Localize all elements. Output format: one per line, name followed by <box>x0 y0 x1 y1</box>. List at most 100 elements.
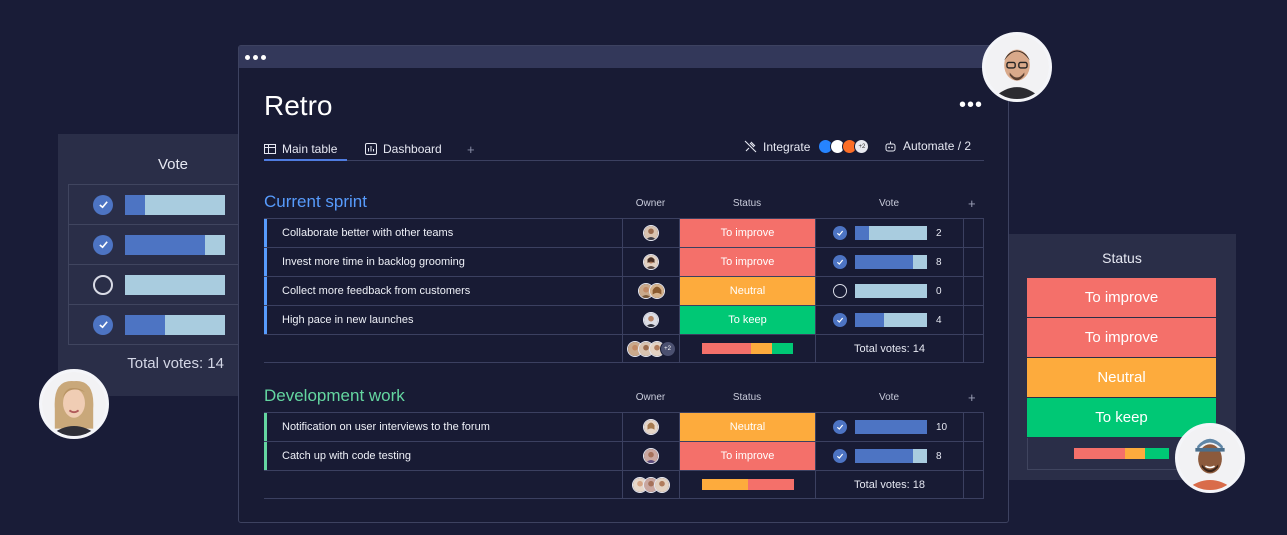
more-options-icon[interactable]: ••• <box>959 94 983 117</box>
vote-count: 0 <box>936 285 942 297</box>
automate-label: Automate / 2 <box>903 139 972 153</box>
status-cell[interactable]: To improve <box>679 219 815 247</box>
board-title: Retro <box>264 90 333 121</box>
table-row[interactable]: Notification on user interviews to the f… <box>264 412 984 441</box>
checkmark-icon[interactable] <box>833 255 847 269</box>
status-cell[interactable]: Neutral <box>679 277 815 305</box>
status-card-item[interactable]: To improve <box>1027 278 1216 318</box>
integrate-button[interactable]: Integrate +2 <box>744 139 870 154</box>
avatar-group: +2 <box>626 340 676 357</box>
empty-circle-icon[interactable] <box>833 284 847 298</box>
owner-cell[interactable] <box>622 219 679 247</box>
group-title-current-sprint[interactable]: Current sprint <box>264 192 367 212</box>
checkmark-icon[interactable] <box>833 226 847 240</box>
table-row[interactable]: Invest more time in backlog grooming To … <box>264 247 984 276</box>
vote-bar <box>855 449 927 463</box>
status-card-item[interactable]: To improve <box>1027 318 1216 358</box>
window-dot-icon <box>261 54 266 60</box>
group-title-development-work[interactable]: Development work <box>264 386 405 406</box>
owner-cell[interactable] <box>622 277 679 305</box>
vote-bar <box>855 420 927 434</box>
checkmark-icon[interactable] <box>833 313 847 327</box>
vote-bar <box>855 313 927 327</box>
item-name[interactable]: Notification on user interviews to the f… <box>264 413 622 441</box>
status-card-item[interactable]: Neutral <box>1027 358 1216 398</box>
tab-dashboard-label: Dashboard <box>383 142 442 156</box>
table-row[interactable]: High pace in new launches To keep 4 <box>264 305 984 334</box>
status-summary <box>679 335 815 362</box>
table-row[interactable]: Collect more feedback from customers Neu… <box>264 276 984 305</box>
group-table-current-sprint: Collaborate better with other teams To i… <box>264 218 984 363</box>
avatar-woman-blonde <box>39 369 109 439</box>
avatar-man-glasses <box>982 32 1052 102</box>
group-table-development-work: Notification on user interviews to the f… <box>264 412 984 499</box>
add-column-button[interactable]: + <box>968 390 976 405</box>
avatar <box>643 225 659 241</box>
item-name[interactable]: Catch up with code testing <box>264 442 622 470</box>
tab-dashboard[interactable]: Dashboard <box>365 139 442 159</box>
vote-cell[interactable]: 8 <box>815 442 963 470</box>
item-name[interactable]: Collaborate better with other teams <box>264 219 622 247</box>
add-view-button[interactable]: + <box>467 142 475 157</box>
tab-main-table[interactable]: Main table <box>264 139 348 161</box>
item-name[interactable]: Collect more feedback from customers <box>264 277 622 305</box>
checkmark-icon[interactable] <box>833 420 847 434</box>
column-header-status[interactable]: Status <box>679 198 815 209</box>
item-name[interactable]: High pace in new launches <box>264 306 622 334</box>
checkmark-icon[interactable] <box>93 194 113 215</box>
column-header-vote[interactable]: Vote <box>815 198 963 209</box>
checkmark-icon[interactable] <box>93 234 113 255</box>
checkmark-icon[interactable] <box>833 449 847 463</box>
table-icon <box>264 144 276 154</box>
vote-cell[interactable]: 2 <box>815 219 963 247</box>
status-cell[interactable]: To improve <box>679 442 815 470</box>
plug-icon <box>744 140 757 153</box>
automate-button[interactable]: Automate / 2 <box>884 139 971 153</box>
integration-logos: +2 <box>818 139 870 154</box>
avatar <box>654 476 670 493</box>
column-header-owner[interactable]: Owner <box>622 392 679 403</box>
status-cell[interactable]: To improve <box>679 248 815 276</box>
column-header-vote[interactable]: Vote <box>815 392 963 403</box>
owner-cell[interactable] <box>622 413 679 441</box>
avatar <box>643 419 659 435</box>
owner-cell[interactable] <box>622 442 679 470</box>
avatar-group <box>637 283 665 299</box>
vote-cell[interactable]: 0 <box>815 277 963 305</box>
vote-bar <box>125 234 225 255</box>
more-owners-badge[interactable]: +2 <box>659 340 676 357</box>
add-column-button[interactable]: + <box>968 196 976 211</box>
vote-count: 8 <box>936 450 942 462</box>
owner-cell[interactable] <box>622 306 679 334</box>
window-dot-icon <box>245 54 250 60</box>
vote-bar <box>855 255 927 269</box>
avatar <box>648 283 665 299</box>
vote-cell[interactable]: 4 <box>815 306 963 334</box>
tab-main-table-label: Main table <box>282 142 338 156</box>
group-summary-row: +2 Total votes: 14 <box>264 334 984 363</box>
integrate-label: Integrate <box>763 139 811 154</box>
vote-count: 4 <box>936 314 942 326</box>
vote-summary-card: Vote Total votes: 14 <box>58 134 308 396</box>
owner-cell[interactable] <box>622 248 679 276</box>
owner-summary: +2 <box>622 335 679 362</box>
column-header-status[interactable]: Status <box>679 392 815 403</box>
checkmark-icon[interactable] <box>93 314 113 335</box>
avatar <box>643 254 659 270</box>
table-row[interactable]: Catch up with code testing To improve 8 <box>264 441 984 470</box>
status-cell[interactable]: To keep <box>679 306 815 334</box>
status-cell[interactable]: Neutral <box>679 413 815 441</box>
group-summary-row: Total votes: 18 <box>264 470 984 499</box>
avatar-group <box>632 476 670 493</box>
owner-summary <box>622 471 679 498</box>
vote-bar <box>855 226 927 240</box>
table-row[interactable]: Collaborate better with other teams To i… <box>264 218 984 247</box>
vote-cell[interactable]: 10 <box>815 413 963 441</box>
item-name[interactable]: Invest more time in backlog grooming <box>264 248 622 276</box>
empty-circle-icon[interactable] <box>93 274 113 295</box>
column-header-owner[interactable]: Owner <box>622 198 679 209</box>
vote-total: Total votes: 14 <box>815 335 963 362</box>
vote-cell[interactable]: 8 <box>815 248 963 276</box>
view-tabs: Main table Dashboard + Integrate +2 Auto… <box>264 139 984 161</box>
status-card-title: Status <box>1102 250 1142 266</box>
